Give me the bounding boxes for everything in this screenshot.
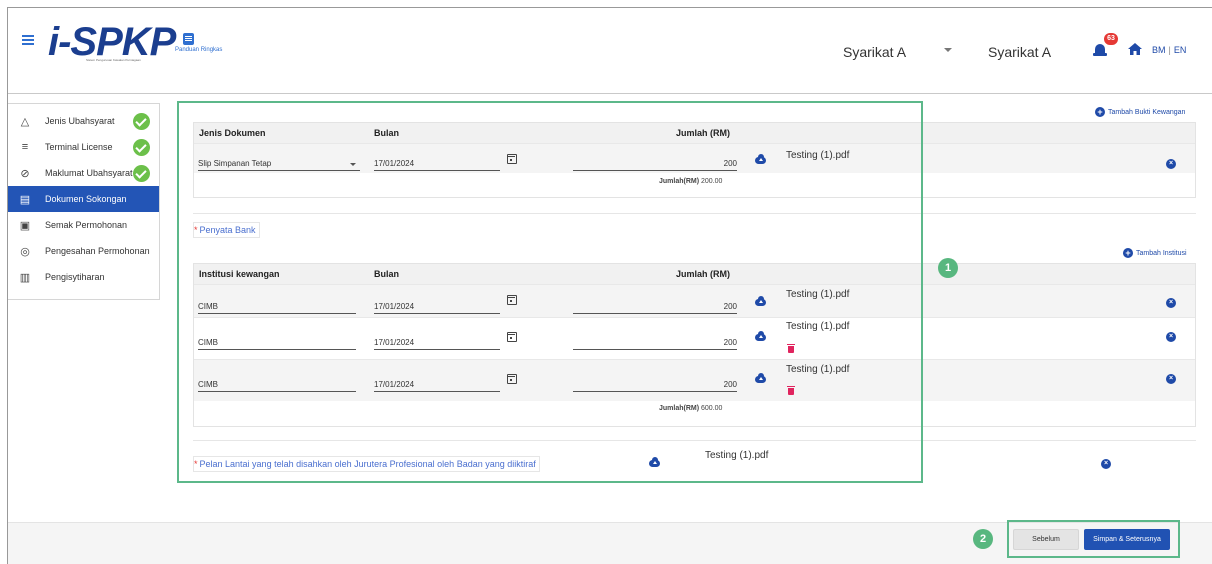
filter-icon: ≡ [21,141,29,153]
add-financial-proof-button[interactable]: + Tambah Bukti Kewangan [1095,107,1185,117]
sidebar-item-label: Pengesahan Permohonan [45,246,150,256]
sidebar-item-maklumat-ubahsyarat[interactable]: ⊘ Maklumat Ubahsyarat [8,160,159,186]
sidebar-item-terminal-license[interactable]: ≡ Terminal License [8,134,159,160]
lang-separator: | [1168,45,1171,55]
chevron-down-icon[interactable] [944,48,952,52]
sidebar-item-dokumen-sokongan[interactable]: ▤ Dokumen Sokongan [8,186,159,212]
sidebar-item-label: Pengisytiharan [45,272,105,282]
lang-bm[interactable]: BM [1152,45,1166,55]
document-icon: ▤ [19,193,31,206]
add-institution-label: Tambah Institusi [1136,249,1187,257]
sidebar-item-label: Jenis Ubahsyarat [45,116,115,126]
current-company: Syarikat A [988,44,1052,60]
menu-icon[interactable] [22,35,34,45]
sidebar-item-label: Maklumat Ubahsyarat [45,168,133,178]
callout-number: 2 [973,529,993,549]
sidebar-item-jenis-ubahsyarat[interactable]: △ Jenis Ubahsyarat [8,108,159,134]
language-switch: BM | EN [1152,45,1186,55]
sidebar: △ Jenis Ubahsyarat ≡ Terminal License ⊘ … [8,103,160,300]
triangle-icon: △ [20,115,30,128]
sidebar-item-label: Dokumen Sokongan [45,194,127,204]
plus-icon: + [1095,107,1105,117]
sidebar-item-label: Terminal License [45,142,113,152]
review-icon: ▣ [19,219,31,232]
remove-row-icon[interactable]: × [1166,374,1176,384]
book-icon [183,33,194,45]
quick-guide-link[interactable]: Panduan Ringkas [175,33,235,53]
clipboard-icon: ▥ [19,271,31,284]
check-circle-icon [133,112,150,130]
highlight-frame-buttons [1007,520,1180,558]
bell-icon[interactable] [1093,42,1107,58]
sidebar-item-label: Semak Permohonan [45,220,128,230]
lang-en[interactable]: EN [1174,45,1187,55]
sidebar-item-pengisytiharan[interactable]: ▥ Pengisytiharan [8,264,159,290]
home-icon[interactable] [1128,43,1142,55]
quick-guide-label: Panduan Ringkas [175,47,223,53]
plus-icon: + [1123,248,1133,258]
notification-badge: 63 [1104,33,1118,45]
remove-row-icon[interactable]: × [1166,332,1176,342]
check-circle-icon [133,164,150,182]
callout-number: 1 [938,258,958,278]
add-financial-proof-label: Tambah Bukti Kewangan [1108,108,1186,116]
check-circle-outline-icon: ⊘ [20,167,30,180]
sidebar-item-semak-permohonan[interactable]: ▣ Semak Permohonan [8,212,159,238]
verify-icon: ◎ [20,245,30,258]
highlight-frame-documents [177,101,923,483]
logo-subtitle: Sistem Pengurusan Kawalan Perniagaan [86,58,141,62]
company-selector[interactable]: Syarikat A [843,44,906,60]
remove-row-icon[interactable]: × [1166,298,1176,308]
remove-file-icon[interactable]: × [1101,459,1111,469]
check-circle-icon [133,138,150,156]
sidebar-item-pengesahan-permohonan[interactable]: ◎ Pengesahan Permohonan [8,238,159,264]
remove-row-icon[interactable]: × [1166,159,1176,169]
add-institution-button[interactable]: + Tambah Institusi [1123,248,1187,258]
